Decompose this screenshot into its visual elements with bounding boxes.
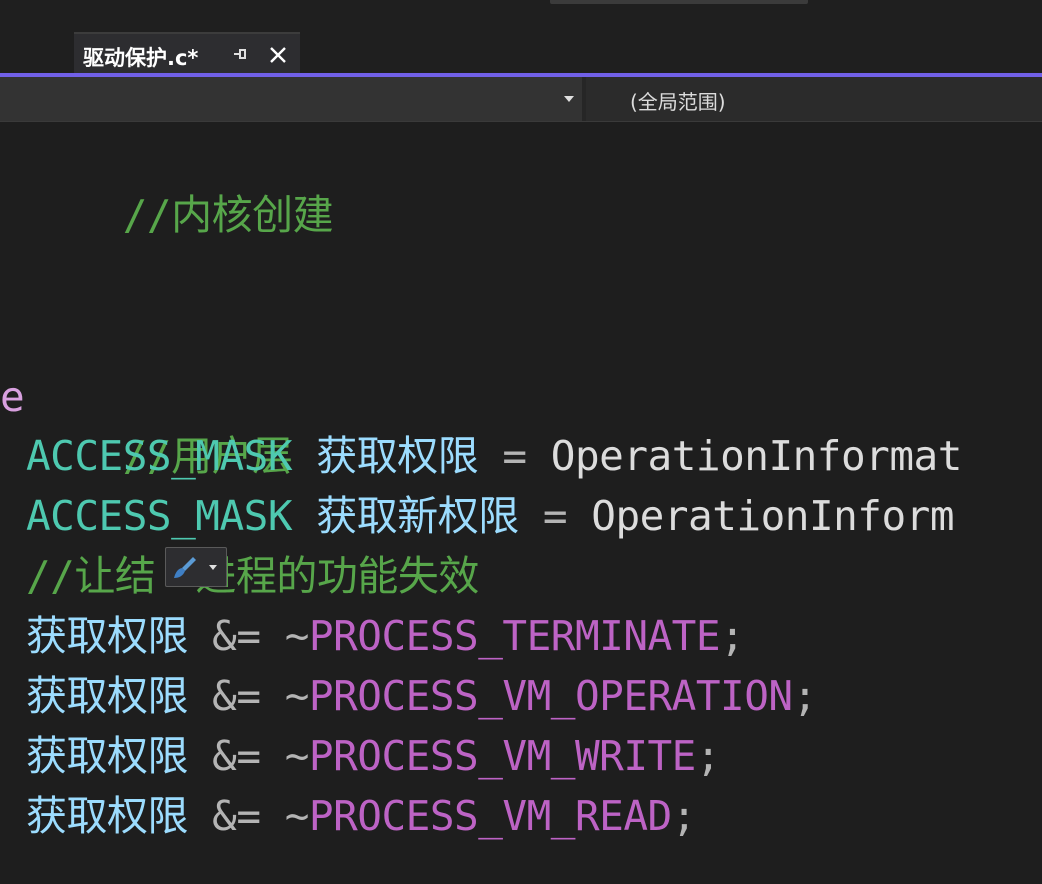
code-line: 获取权限 &= ~PROCESS_TERMINATE; (26, 606, 745, 666)
type-name: ACCESS_MASK (26, 432, 293, 480)
semicolon: ; (671, 792, 697, 840)
scope-dropdown[interactable]: (全局范围) (586, 77, 1042, 121)
semicolon: ; (695, 732, 721, 780)
title-strip (0, 0, 1042, 30)
code-fragment: e (0, 373, 25, 421)
variable-name: 获取权限 (316, 432, 479, 480)
comment: 进程的功能失效 (195, 552, 479, 600)
code-editor[interactable]: //内核创建 e //用户层 ACCESS_MASK 获取权限 = Operat… (0, 122, 1042, 884)
identifier: OperationInformat (550, 432, 963, 480)
operator: = (518, 492, 592, 540)
macro-name: PROCESS_VM_WRITE (308, 732, 696, 780)
project-dropdown[interactable] (0, 77, 582, 121)
pin-icon[interactable] (230, 44, 250, 64)
tab-label: 驱动保护.c* (83, 46, 199, 70)
macro-name: PROCESS_VM_READ (308, 792, 672, 840)
tab-active-file[interactable]: 驱动保护.c* (74, 32, 300, 74)
semicolon: ; (792, 672, 818, 720)
code-line: 获取权限 &= ~PROCESS_VM_READ; (26, 786, 696, 846)
operator: &= ~ (188, 672, 309, 720)
variable-name: 获取新权限 (316, 492, 519, 540)
macro-name: PROCESS_VM_OPERATION (308, 672, 793, 720)
navigation-bar: (全局范围) (0, 77, 1042, 122)
variable-name: 获取权限 (26, 732, 189, 780)
variable-name: 获取权限 (26, 792, 189, 840)
code-line: ACCESS_MASK 获取新权限 = OperationInform (26, 486, 955, 546)
paintbrush-icon (174, 557, 196, 578)
quick-actions-button[interactable] (165, 547, 227, 587)
code-line: //用户层 (26, 366, 293, 480)
operator: = (478, 432, 551, 480)
identifier: OperationInform (591, 492, 955, 540)
type-name: ACCESS_MASK (26, 492, 293, 540)
code-line: 获取权限 &= ~PROCESS_VM_OPERATION; (26, 666, 817, 726)
variable-name: 获取权限 (26, 672, 189, 720)
operator: &= ~ (188, 792, 309, 840)
scope-label: (全局范围) (630, 90, 726, 114)
variable-name: 获取权限 (26, 612, 189, 660)
close-icon[interactable] (267, 44, 289, 66)
code-line: //内核创建 (26, 125, 334, 239)
chevron-down-icon (209, 565, 217, 570)
operator: &= ~ (188, 612, 309, 660)
comment: //让结 (26, 552, 156, 600)
code-line: //让结 进程的功能失效 (26, 546, 479, 606)
semicolon: ; (720, 612, 745, 660)
macro-name: PROCESS_TERMINATE (308, 612, 721, 660)
operator: &= ~ (188, 732, 309, 780)
chevron-down-icon[interactable] (563, 95, 575, 103)
search-box-edge[interactable] (550, 0, 808, 4)
code-line: ACCESS_MASK 获取权限 = OperationInformat (26, 426, 962, 486)
comment: //内核创建 (122, 191, 334, 239)
code-line: 获取权限 &= ~PROCESS_VM_WRITE; (26, 726, 721, 786)
